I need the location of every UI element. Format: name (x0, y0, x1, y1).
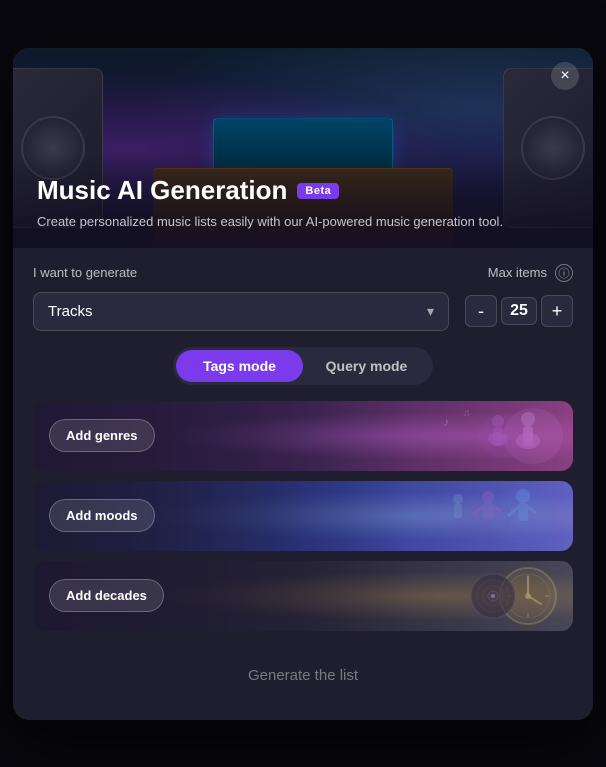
counter-group: - 25 + (465, 295, 573, 327)
beta-badge: Beta (297, 183, 339, 199)
genres-row[interactable]: ♪ ♫ Add genres (33, 401, 573, 471)
decades-content: Add decades (33, 561, 573, 631)
track-type-select[interactable]: Tracks ▾ (33, 292, 449, 331)
add-decades-label: Add decades (66, 588, 147, 603)
max-items-label: Max items (488, 265, 547, 280)
generate-row: Generate the list (33, 651, 573, 700)
add-genres-button[interactable]: Add genres (49, 419, 155, 452)
max-items-group: Max items ⓘ (488, 264, 573, 282)
add-decades-button[interactable]: Add decades (49, 579, 164, 612)
generate-button[interactable]: Generate the list (224, 659, 382, 692)
counter-value: 25 (501, 297, 537, 325)
add-genres-label: Add genres (66, 428, 138, 443)
chevron-down-icon: ▾ (427, 303, 434, 320)
decrement-button[interactable]: - (465, 295, 497, 327)
moods-row[interactable]: Add moods (33, 481, 573, 551)
tags-section: ♪ ♫ Add genres (33, 401, 573, 631)
title-row: Music AI Generation Beta (37, 175, 569, 206)
add-moods-label: Add moods (66, 508, 138, 523)
close-icon: × (560, 67, 569, 85)
moods-content: Add moods (33, 481, 573, 551)
modal: × Music AI Generation Beta Create person… (13, 48, 593, 720)
decades-row[interactable]: Add decades (33, 561, 573, 631)
close-button[interactable]: × (551, 62, 579, 90)
controls-row: I want to generate Max items ⓘ (33, 248, 573, 292)
genres-content: Add genres (33, 401, 573, 471)
header-content: Music AI Generation Beta Create personal… (13, 155, 593, 248)
increment-button[interactable]: + (541, 295, 573, 327)
modal-subtitle: Create personalized music lists easily w… (37, 212, 569, 232)
tags-mode-button[interactable]: Tags mode (176, 350, 303, 382)
query-mode-button[interactable]: Query mode (303, 350, 430, 382)
modal-overlay: × Music AI Generation Beta Create person… (0, 0, 606, 767)
add-moods-button[interactable]: Add moods (49, 499, 155, 532)
mode-toggle: Tags mode Query mode (173, 347, 433, 385)
modal-body: I want to generate Max items ⓘ Tracks ▾ … (13, 248, 593, 720)
select-row: Tracks ▾ - 25 + (33, 292, 573, 331)
generate-label: I want to generate (33, 265, 137, 280)
info-icon[interactable]: ⓘ (555, 264, 573, 282)
track-select-value: Tracks (48, 303, 92, 320)
modal-title: Music AI Generation (37, 175, 287, 206)
modal-header: × Music AI Generation Beta Create person… (13, 48, 593, 248)
